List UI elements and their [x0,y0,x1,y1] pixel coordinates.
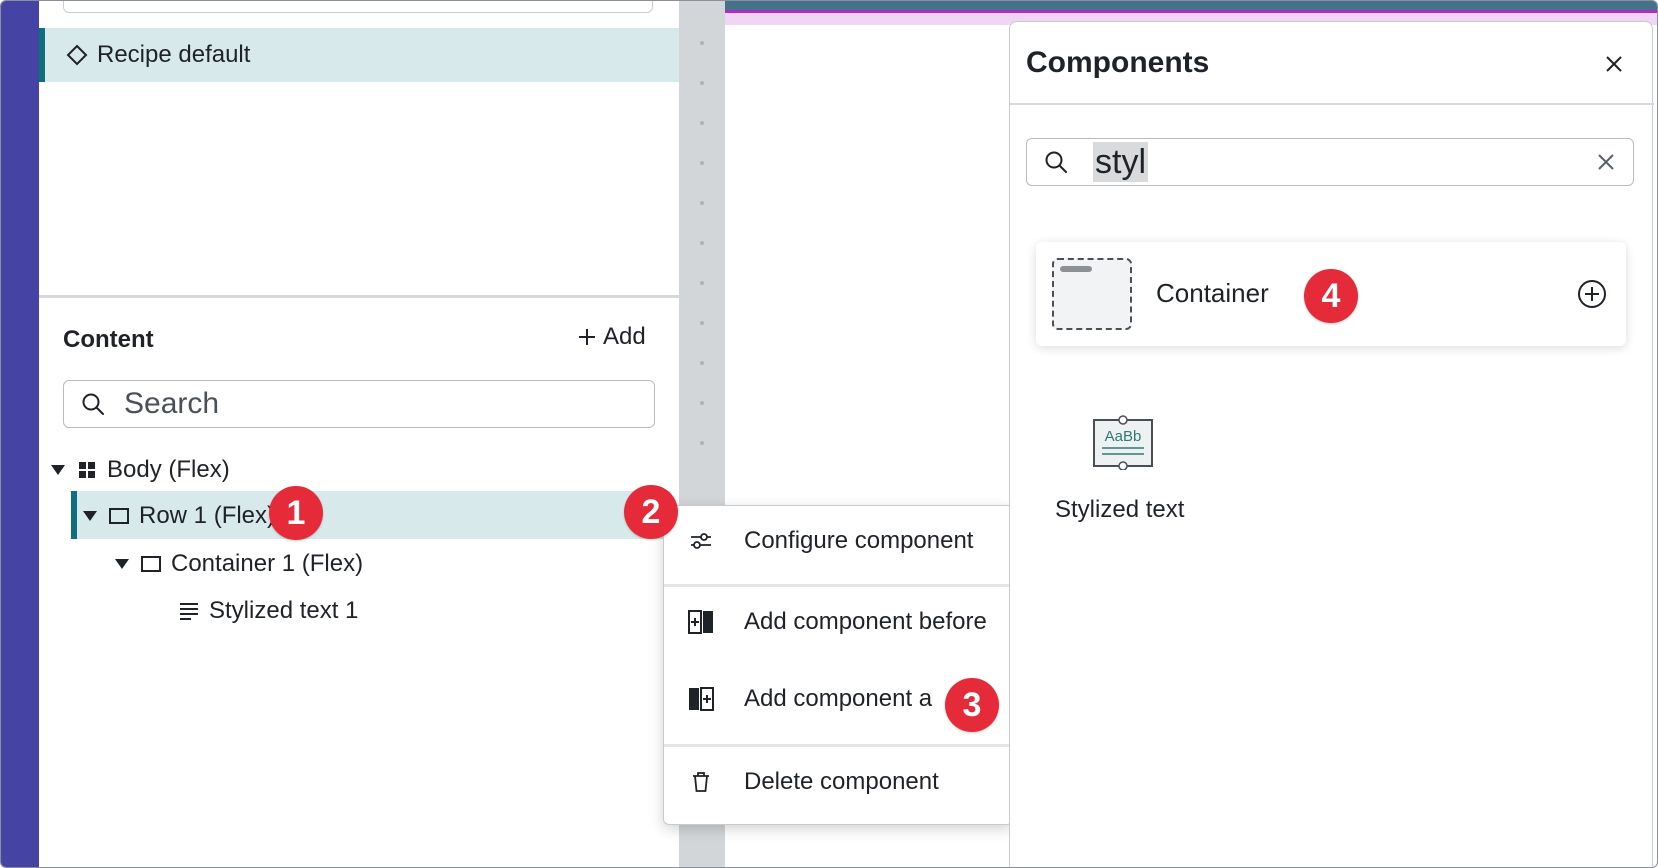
tree-item-stylized-text-1[interactable]: Stylized text 1 [169,588,358,634]
app-window: Recipe default Content Add Body (Flex) [0,0,1658,868]
menu-item-label: Add component a [744,685,933,712]
components-search-field[interactable]: styl [1026,138,1634,186]
left-panel: Recipe default Content Add Body (Flex) [39,1,679,867]
content-search-field[interactable] [63,380,655,428]
gutter-dot [700,321,704,325]
gutter-dot [700,81,704,85]
gutter-dot [700,241,704,245]
search-icon [1045,151,1067,173]
rectangle-icon [139,552,163,576]
components-panel-title: Components [1026,46,1210,79]
canvas-header-strip [725,1,1657,13]
rectangle-icon [107,504,131,528]
tree-item-container-1[interactable]: Container 1 (Flex) [113,541,363,587]
step-badge-3: 3 [945,678,999,732]
components-panel: Components styl Container AaBb Stylized … [1009,21,1654,867]
tree-item-label: Row 1 (Flex) [139,502,276,529]
sliders-icon [688,528,714,554]
gutter-dot [700,401,704,405]
gutter-dot [700,281,704,285]
close-icon[interactable] [1600,50,1628,78]
container-thumbnail [1052,258,1132,330]
step-badge-4: 4 [1304,269,1358,323]
gutter-dot [700,201,704,205]
stylized-text-thumbnail-text: AaBb [1105,428,1142,445]
tree-item-row-1[interactable]: Row 1 (Flex) [81,493,275,539]
tree-item-body[interactable]: Body (Flex) [49,447,230,493]
component-name: Container [1156,278,1269,308]
add-label: Add [603,323,646,350]
step-badge-1: 1 [269,486,323,540]
caret-down-icon[interactable] [49,461,67,479]
tree-item-label: Stylized text 1 [209,597,359,624]
content-search-input[interactable] [124,387,604,421]
menu-item-label: Add component before [744,608,987,635]
content-title: Content [63,326,154,353]
gutter-dot [700,361,704,365]
component-name: Stylized text [1055,496,1185,523]
caret-down-icon[interactable] [113,555,131,573]
components-panel-divider [1010,103,1654,105]
panel-divider [39,295,679,298]
menu-item-label: Configure component [744,527,974,554]
tree-item-label: Body (Flex) [107,456,230,483]
menu-item-delete-component[interactable]: Delete component [664,747,1014,817]
menu-item-add-component-before[interactable]: Add component before [664,587,1014,657]
container-thumbnail-bar [1060,266,1092,272]
context-menu: Configure component Add component before… [663,505,1014,825]
menu-item-label: Delete component [744,768,939,795]
trash-icon [688,769,714,795]
gutter-dot [700,441,704,445]
gutter-dot [700,121,704,125]
add-after-icon [688,686,714,712]
stylized-text-thumbnail[interactable]: AaBb [1092,414,1154,471]
tree-item-label: Container 1 (Flex) [171,550,364,577]
caret-down-icon[interactable] [81,507,99,525]
recipe-default-label: Recipe default [97,41,251,68]
dashboard-icon [75,458,99,482]
gutter-dot [700,161,704,165]
add-content-button[interactable]: Add [577,323,646,351]
clear-search-icon[interactable] [1595,151,1617,173]
components-search-input[interactable]: styl [1093,142,1148,182]
top-input-field[interactable] [63,1,653,13]
recipe-default-row[interactable]: Recipe default [39,28,679,82]
add-circle-icon[interactable] [1576,278,1608,310]
search-icon [82,393,104,415]
add-before-icon [688,609,714,635]
app-sidebar [1,1,39,867]
menu-item-configure-component[interactable]: Configure component [664,506,1014,576]
plus-icon [579,329,595,345]
step-badge-2: 2 [624,485,678,539]
gutter-dot [700,41,704,45]
text-lines-icon [177,599,201,623]
diamond-icon [65,43,89,67]
